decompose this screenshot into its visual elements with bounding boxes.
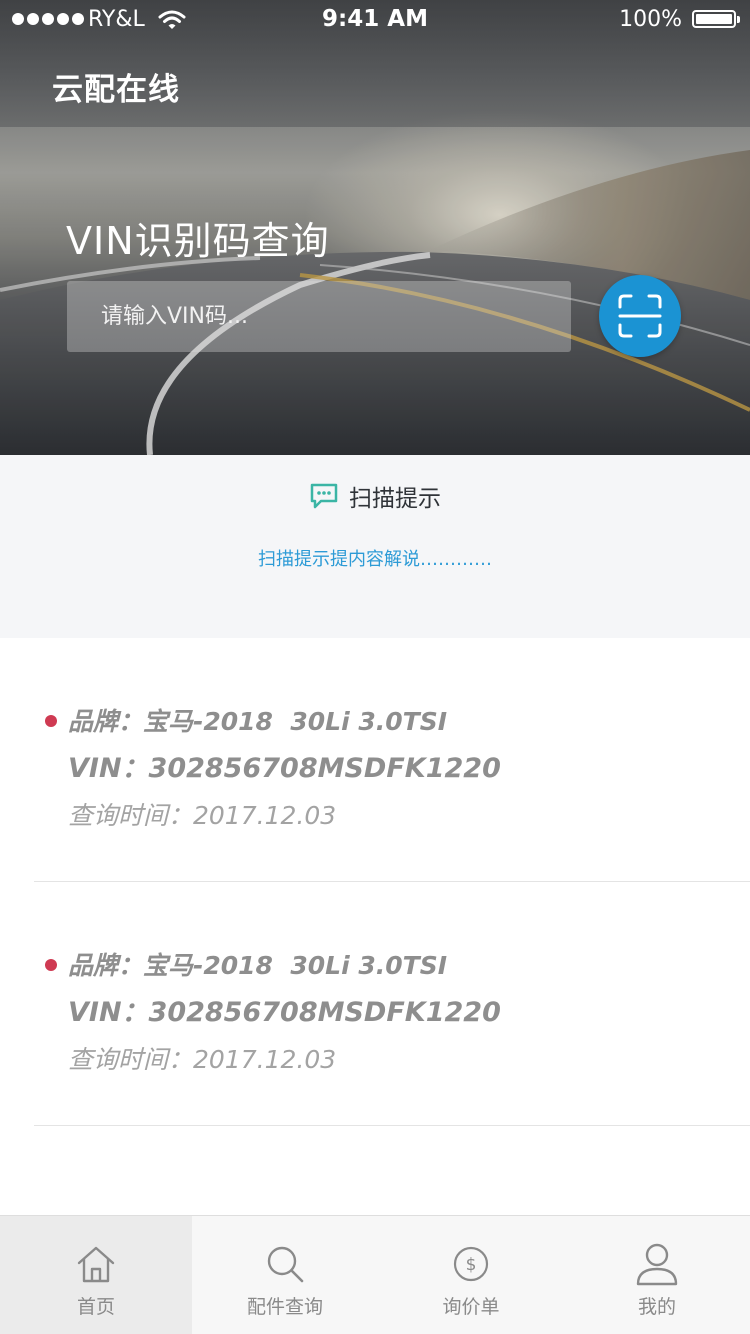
chat-bubble-icon bbox=[310, 483, 338, 509]
record-dot bbox=[45, 715, 57, 727]
record-vin: VIN：302856708MSDFK1220 bbox=[68, 753, 501, 784]
bottom-tab-bar: 首页 配件查询 $ 询价单 我的 bbox=[0, 1215, 750, 1334]
divider bbox=[34, 1125, 750, 1126]
record-brand: 品牌：宝马-2018 30Li 3.0TSI bbox=[68, 951, 448, 980]
tab-profile-label: 我的 bbox=[637, 1296, 676, 1318]
search-icon bbox=[267, 1246, 304, 1283]
dollar-coin-icon: $ bbox=[453, 1246, 489, 1282]
tab-parts-search[interactable]: 配件查询 bbox=[192, 1216, 378, 1334]
user-icon bbox=[636, 1243, 678, 1286]
battery-percentage: 100% bbox=[619, 7, 682, 32]
scan-tips-title: 扫描提示 bbox=[0, 479, 750, 513]
svg-text:$: $ bbox=[466, 1255, 477, 1275]
scan-frame-icon bbox=[618, 294, 662, 338]
tab-inquiry-list[interactable]: $ 询价单 bbox=[378, 1216, 564, 1334]
battery-icon bbox=[692, 10, 740, 28]
tab-home-label: 首页 bbox=[76, 1296, 115, 1318]
record-query-time: 查询时间：2017.12.03 bbox=[68, 801, 337, 830]
tab-parts-search-label: 配件查询 bbox=[246, 1296, 323, 1318]
record-vin: VIN：302856708MSDFK1220 bbox=[68, 997, 501, 1028]
hero-banner: RY&L 9:41 AM 100% 云配在线 VIN识别码查询 bbox=[0, 0, 750, 455]
scan-vin-button[interactable] bbox=[599, 275, 681, 357]
record-dot bbox=[45, 959, 57, 971]
tab-inquiry-list-label: 询价单 bbox=[442, 1296, 500, 1318]
app-title: 云配在线 bbox=[52, 72, 180, 108]
tab-home[interactable]: 首页 bbox=[0, 1216, 192, 1334]
status-bar: RY&L 9:41 AM 100% bbox=[0, 0, 750, 40]
record-brand: 品牌：宝马-2018 30Li 3.0TSI bbox=[68, 707, 448, 736]
vin-input[interactable] bbox=[67, 281, 571, 352]
home-icon bbox=[77, 1246, 115, 1283]
scan-tips-description: 扫描提示提内容解说………… bbox=[258, 549, 492, 570]
scan-tips-label: 扫描提示 bbox=[349, 486, 441, 512]
scan-tips-section: 扫描提示 扫描提示提内容解说………… bbox=[0, 455, 750, 638]
history-item[interactable]: 品牌：宝马-2018 30Li 3.0TSI VIN：302856708MSDF… bbox=[0, 882, 750, 1126]
tab-profile[interactable]: 我的 bbox=[564, 1216, 750, 1334]
history-item[interactable]: 品牌：宝马-2018 30Li 3.0TSI VIN：302856708MSDF… bbox=[0, 638, 750, 882]
vin-search-heading: VIN识别码查询 bbox=[66, 219, 330, 263]
query-history-list: 品牌：宝马-2018 30Li 3.0TSI VIN：302856708MSDF… bbox=[0, 638, 750, 1126]
record-query-time: 查询时间：2017.12.03 bbox=[68, 1045, 337, 1074]
